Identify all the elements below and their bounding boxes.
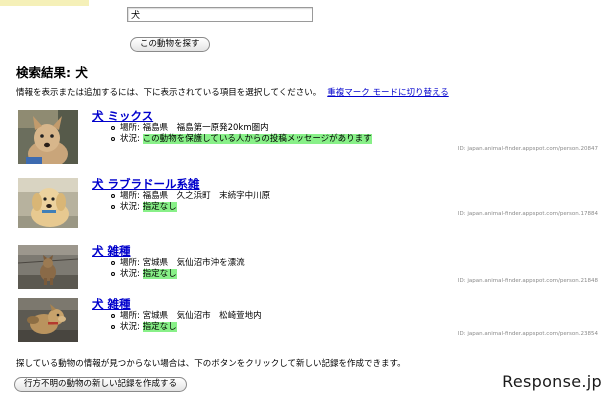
status-label: 状況: [120,269,140,279]
animal-photo[interactable] [18,298,78,342]
status-badge: 指定なし [142,269,177,279]
location-value: 宮城県 気仙沼市沖を漂流 [142,258,245,268]
location-row: 場所: 福島県 福島第一原発20km圏内 [111,123,372,134]
create-new-record-button[interactable]: 行方不明の動物の新しい記録を作成する [14,377,188,392]
status-label: 状況: [120,134,140,144]
location-label: 場所: [120,123,140,133]
status-badge: 指定なし [142,322,177,332]
animal-photo[interactable] [18,245,78,289]
status-badge: この動物を保護している人からの投稿メッセージがあります [142,134,372,144]
result-title-link[interactable]: 犬 ミックス [92,108,153,124]
result-item: 犬 雑種 場所: 宮城県 気仙沼市 松崎萱地内 状況: 指定なし ID: jap… [0,296,610,354]
status-row: 状況: 指定なし [111,202,270,213]
search-input[interactable] [127,7,313,22]
result-item: 犬 雑種 場所: 宮城県 気仙沼市沖を漂流 状況: 指定なし ID: japan… [0,243,610,301]
status-label: 状況: [120,322,140,332]
result-item: 犬 ミックス 場所: 福島県 福島第一原発20km圏内 状況: この動物を保護し… [0,108,610,166]
result-title-link[interactable]: 犬 ラブラドール系雑 [92,176,200,192]
record-id: ID: japan.animal-finder.appspot.com/pers… [457,278,598,284]
record-id: ID: japan.animal-finder.appspot.com/pers… [457,331,598,337]
result-title-link[interactable]: 犬 雑種 [92,296,131,312]
not-found-note: 探している動物の情報が見つからない場合は、下のボタンをクリックして新しい記録を作… [16,359,406,369]
result-details: 場所: 福島県 久之浜町 末続字中川原 状況: 指定なし [111,191,270,213]
result-details: 場所: 福島県 福島第一原発20km圏内 状況: この動物を保護している人からの… [111,123,372,145]
result-item: 犬 ラブラドール系雑 場所: 福島県 久之浜町 末続字中川原 状況: 指定なし … [0,176,610,234]
location-value: 福島県 久之浜町 末続字中川原 [142,191,271,201]
location-label: 場所: [120,258,140,268]
status-label: 状況: [120,202,140,212]
status-row: 状況: 指定なし [111,322,262,333]
location-label: 場所: [120,311,140,321]
location-value: 福島県 福島第一原発20km圏内 [142,123,269,133]
status-badge: 指定なし [142,202,177,212]
result-details: 場所: 宮城県 気仙沼市沖を漂流 状況: 指定なし [111,258,245,280]
location-row: 場所: 宮城県 気仙沼市沖を漂流 [111,258,245,269]
watermark-logo: Response.jp [502,372,602,391]
status-row: 状況: 指定なし [111,269,245,280]
search-animal-button[interactable]: この動物を探す [130,37,210,52]
location-row: 場所: 福島県 久之浜町 末続字中川原 [111,191,270,202]
result-title-link[interactable]: 犬 雑種 [92,243,131,259]
location-row: 場所: 宮城県 気仙沼市 松崎萱地内 [111,311,262,322]
animal-photo[interactable] [18,110,78,164]
record-id: ID: japan.animal-finder.appspot.com/pers… [457,146,598,152]
status-row: 状況: この動物を保護している人からの投稿メッセージがあります [111,134,372,145]
record-id: ID: japan.animal-finder.appspot.com/pers… [457,211,598,217]
result-details: 場所: 宮城県 気仙沼市 松崎萱地内 状況: 指定なし [111,311,262,333]
animal-photo[interactable] [18,178,78,228]
location-label: 場所: [120,191,140,201]
location-value: 宮城県 気仙沼市 松崎萱地内 [142,311,262,321]
results-title: 検索結果: 犬 [16,65,88,80]
instructions: 情報を表示または追加するには、下に表示されている項目を選択してください。 重複マー… [16,86,449,98]
duplicate-mode-link[interactable]: 重複マーク モードに切り替える [327,88,448,98]
instructions-text: 情報を表示または追加するには、下に表示されている項目を選択してください。 [16,88,322,98]
cropped-header-text [0,0,260,6]
